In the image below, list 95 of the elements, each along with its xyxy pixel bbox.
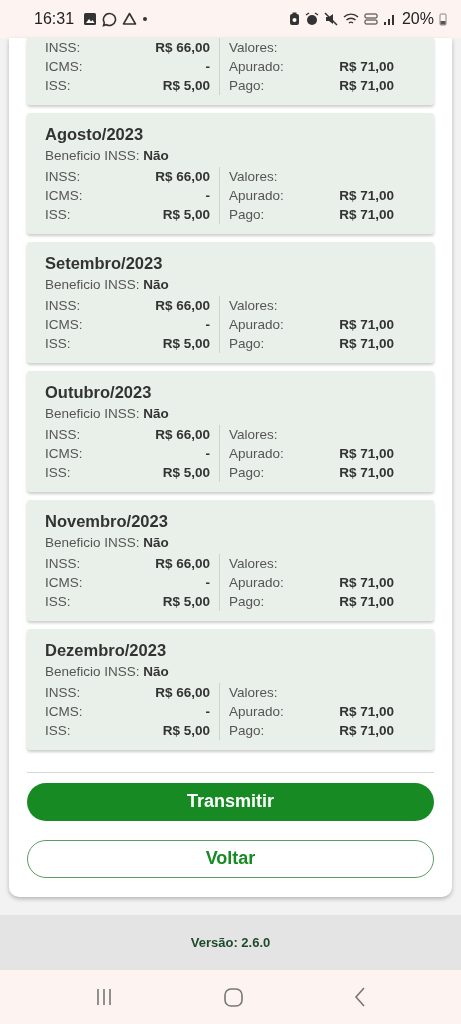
- total-label: Apurado:: [229, 574, 284, 592]
- battery-percent: 20%: [401, 10, 434, 28]
- tax-value: -: [205, 58, 210, 76]
- tax-value: R$ 66,00: [155, 426, 210, 444]
- tax-value: R$ 66,00: [155, 555, 210, 573]
- tax-value: R$ 66,00: [155, 168, 210, 186]
- total-value: R$ 71,00: [339, 77, 394, 95]
- tax-label: INSS:: [45, 297, 81, 315]
- tax-label: INSS:: [45, 168, 81, 186]
- mute-icon: [323, 12, 338, 26]
- total-value: R$ 71,00: [339, 703, 394, 721]
- tax-label: INSS:: [45, 39, 81, 57]
- tax-label: ISS:: [45, 593, 71, 611]
- month-title: Agosto/2023: [45, 124, 145, 145]
- tax-label: ISS:: [45, 335, 71, 353]
- month-title: Outubro/2023: [45, 382, 153, 403]
- tax-label: ISS:: [45, 722, 71, 740]
- total-label: Valores:: [229, 168, 278, 186]
- battery-saver-icon: [288, 12, 300, 26]
- home-icon[interactable]: [224, 987, 243, 1007]
- benefit-text: Beneficio INSS: Não: [45, 663, 170, 681]
- tax-value: R$ 5,00: [162, 464, 210, 482]
- total-label: Pago:: [229, 722, 265, 740]
- dot-icon: [142, 16, 149, 22]
- total-label: Apurado:: [229, 58, 284, 76]
- tax-value: R$ 5,00: [162, 722, 210, 740]
- back-icon[interactable]: [353, 987, 366, 1007]
- tax-value: -: [205, 187, 210, 205]
- total-value: R$ 71,00: [339, 206, 394, 224]
- signal-icon: [382, 12, 397, 26]
- total-value: R$ 71,00: [339, 316, 394, 334]
- benefit-text: Beneficio INSS: Não: [45, 147, 170, 165]
- tax-label: INSS:: [45, 684, 81, 702]
- total-label: Valores:: [229, 426, 278, 444]
- triangle-icon: [122, 12, 138, 26]
- benefit-text: Beneficio INSS: Não: [45, 534, 170, 552]
- tax-value: R$ 66,00: [155, 39, 210, 57]
- month-title: Novembro/2023: [45, 511, 169, 532]
- tax-value: -: [205, 316, 210, 334]
- total-label: Pago:: [229, 593, 265, 611]
- battery-icon: [439, 12, 447, 26]
- tax-value: -: [205, 445, 210, 463]
- total-value: R$ 71,00: [339, 58, 394, 76]
- total-label: Pago:: [229, 77, 265, 95]
- tax-value: R$ 5,00: [162, 206, 210, 224]
- tax-label: ICMS:: [45, 445, 83, 463]
- tax-label: INSS:: [45, 426, 81, 444]
- total-label: Valores:: [229, 39, 278, 57]
- tax-value: R$ 5,00: [162, 77, 210, 95]
- total-label: Pago:: [229, 206, 265, 224]
- tax-label: ICMS:: [45, 316, 83, 334]
- total-value: R$ 71,00: [339, 722, 394, 740]
- recent-apps-icon[interactable]: [95, 988, 114, 1006]
- tax-value: -: [205, 703, 210, 721]
- version-text: Versão: 2.6.0: [190, 935, 271, 950]
- total-label: Valores:: [229, 297, 278, 315]
- tax-label: ICMS:: [45, 703, 83, 721]
- tax-value: R$ 66,00: [155, 297, 210, 315]
- alarm-icon: [304, 12, 319, 26]
- total-value: R$ 71,00: [339, 187, 394, 205]
- total-label: Valores:: [229, 684, 278, 702]
- tax-label: ISS:: [45, 77, 71, 95]
- total-value: R$ 71,00: [339, 464, 394, 482]
- total-value: R$ 71,00: [339, 335, 394, 353]
- tax-label: ICMS:: [45, 187, 83, 205]
- tax-value: R$ 66,00: [155, 684, 210, 702]
- total-label: Apurado:: [229, 445, 284, 463]
- tax-value: R$ 5,00: [162, 593, 210, 611]
- back-button[interactable]: Voltar: [27, 839, 434, 878]
- total-label: Valores:: [229, 555, 278, 573]
- image-icon: [83, 12, 98, 26]
- benefit-text: Beneficio INSS: Não: [45, 276, 170, 294]
- tax-value: R$ 5,00: [162, 335, 210, 353]
- chat-icon: [102, 11, 118, 27]
- total-label: Apurado:: [229, 316, 284, 334]
- total-value: R$ 71,00: [339, 574, 394, 592]
- benefit-text: Beneficio INSS: Não: [45, 405, 170, 423]
- total-label: Apurado:: [229, 703, 284, 721]
- total-label: Apurado:: [229, 187, 284, 205]
- month-title: Setembro/2023: [45, 253, 164, 274]
- tax-label: ISS:: [45, 206, 71, 224]
- clock: 16:31: [34, 10, 75, 28]
- tax-value: -: [205, 574, 210, 592]
- tax-label: ICMS:: [45, 574, 83, 592]
- transmit-button[interactable]: Transmitir: [27, 782, 434, 821]
- network-icon: [363, 12, 378, 26]
- tax-label: ISS:: [45, 464, 71, 482]
- tax-label: ICMS:: [45, 58, 83, 76]
- wifi-icon: [342, 12, 359, 26]
- tax-label: INSS:: [45, 555, 81, 573]
- total-label: Pago:: [229, 335, 265, 353]
- total-label: Pago:: [229, 464, 265, 482]
- month-title: Dezembro/2023: [45, 640, 168, 661]
- total-value: R$ 71,00: [339, 593, 394, 611]
- total-value: R$ 71,00: [339, 445, 394, 463]
